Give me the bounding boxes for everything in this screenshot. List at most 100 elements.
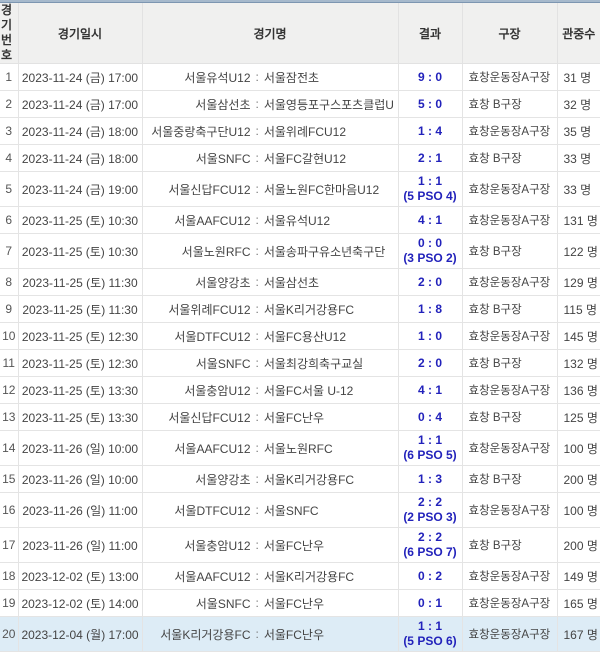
match-name-cell: 서울유석U12 : 서울잠전초 [142,64,398,91]
home-team: 서울충암U12 [147,537,251,554]
score: 4 : 1 [418,213,442,227]
match-datetime: 2023-11-24 (금) 19:00 [18,172,142,207]
pso-result: (3 PSO 2) [399,251,462,266]
score: 1 : 1 [418,174,442,188]
table-row[interactable]: 8 2023-11-25 (토) 11:30 서울양강초 : 서울삼선초 2 :… [0,269,600,296]
pso-result: (5 PSO 6) [399,634,462,649]
match-number: 16 [0,493,18,528]
away-team: 서울K리거강용FC [264,568,394,585]
table-row[interactable]: 14 2023-11-26 (일) 10:00 서울AAFCU12 : 서울노원… [0,431,600,466]
attendance: 32 명 [557,91,600,118]
match-number: 6 [0,207,18,234]
match-result[interactable]: 2 : 0 [398,350,462,377]
home-team: 서울중랑축구단U12 [147,123,251,140]
stadium: 효창운동장A구장 [462,590,557,617]
stadium: 효창운동장A구장 [462,269,557,296]
table-row[interactable]: 7 2023-11-25 (토) 10:30 서울노원RFC : 서울송파구유소… [0,234,600,269]
stadium: 효창운동장A구장 [462,207,557,234]
table-row[interactable]: 20 2023-12-04 (월) 17:00 서울K리거강용FC : 서울FC… [0,617,600,652]
match-result[interactable]: 2 : 2 (2 PSO 3) [398,493,462,528]
stadium: 효창 B구장 [462,466,557,493]
home-team: 서울양강초 [147,274,251,291]
home-team: 서울AAFCU12 [147,212,251,229]
away-team: 서울FC갈현U12 [264,150,394,167]
match-result[interactable]: 1 : 3 [398,466,462,493]
vs-separator: : [256,244,259,258]
match-name-cell: 서울AAFCU12 : 서울K리거강용FC [142,563,398,590]
table-row[interactable]: 5 2023-11-24 (금) 19:00 서울신답FCU12 : 서울노원F… [0,172,600,207]
table-row[interactable]: 3 2023-11-24 (금) 18:00 서울중랑축구단U12 : 서울위례… [0,118,600,145]
match-result[interactable]: 2 : 1 [398,145,462,172]
match-result[interactable]: 0 : 0 (3 PSO 2) [398,234,462,269]
match-result[interactable]: 0 : 4 [398,404,462,431]
table-row[interactable]: 9 2023-11-25 (토) 11:30 서울위례FCU12 : 서울K리거… [0,296,600,323]
stadium: 효창 B구장 [462,234,557,269]
match-result[interactable]: 1 : 1 (5 PSO 6) [398,617,462,652]
table-row[interactable]: 1 2023-11-24 (금) 17:00 서울유석U12 : 서울잠전초 9… [0,64,600,91]
table-row[interactable]: 18 2023-12-02 (토) 13:00 서울AAFCU12 : 서울K리… [0,563,600,590]
match-datetime: 2023-11-25 (토) 10:30 [18,234,142,269]
match-datetime: 2023-11-24 (금) 18:00 [18,145,142,172]
match-result[interactable]: 0 : 1 [398,590,462,617]
score: 9 : 0 [418,70,442,84]
match-datetime: 2023-11-25 (토) 11:30 [18,269,142,296]
table-row[interactable]: 13 2023-11-25 (토) 13:30 서울신답FCU12 : 서울FC… [0,404,600,431]
home-team: 서울K리거강용FC [147,626,251,643]
away-team: 서울K리거강용FC [264,301,394,318]
match-number: 17 [0,528,18,563]
vs-separator: : [256,538,259,552]
table-row[interactable]: 11 2023-11-25 (토) 12:30 서울SNFC : 서울최강희축구… [0,350,600,377]
score: 5 : 0 [418,97,442,111]
match-result[interactable]: 1 : 0 [398,323,462,350]
table-row[interactable]: 10 2023-11-25 (토) 12:30 서울DTFCU12 : 서울FC… [0,323,600,350]
pso-result: (2 PSO 3) [399,510,462,525]
home-team: 서울노원RFC [147,243,251,260]
match-name-cell: 서울충암U12 : 서울FC난우 [142,528,398,563]
match-result[interactable]: 4 : 1 [398,377,462,404]
table-row[interactable]: 15 2023-11-26 (일) 10:00 서울양강초 : 서울K리거강용F… [0,466,600,493]
vs-separator: : [256,627,259,641]
match-name-cell: 서울SNFC : 서울FC난우 [142,590,398,617]
home-team: 서울유석U12 [147,69,251,86]
match-name-cell: 서울중랑축구단U12 : 서울위례FCU12 [142,118,398,145]
home-team: 서울양강초 [147,471,251,488]
attendance: 33 명 [557,172,600,207]
match-name-cell: 서울노원RFC : 서울송파구유소년축구단 [142,234,398,269]
score: 1 : 1 [418,433,442,447]
vs-separator: : [256,329,259,343]
match-result[interactable]: 5 : 0 [398,91,462,118]
stadium: 효창운동장A구장 [462,118,557,145]
table-row[interactable]: 2 2023-11-24 (금) 17:00 서울삼선초 : 서울영등포구스포츠… [0,91,600,118]
stadium: 효창운동장A구장 [462,172,557,207]
match-result[interactable]: 9 : 0 [398,64,462,91]
match-datetime: 2023-11-25 (토) 13:30 [18,377,142,404]
match-result[interactable]: 1 : 4 [398,118,462,145]
table-header: 경기번호 경기일시 경기명 결과 구장 관중수 [0,3,600,64]
away-team: 서울송파구유소년축구단 [264,243,394,260]
table-row[interactable]: 19 2023-12-02 (토) 14:00 서울SNFC : 서울FC난우 … [0,590,600,617]
match-number: 9 [0,296,18,323]
vs-separator: : [256,441,259,455]
table-row[interactable]: 6 2023-11-25 (토) 10:30 서울AAFCU12 : 서울유석U… [0,207,600,234]
match-result[interactable]: 4 : 1 [398,207,462,234]
table-row[interactable]: 16 2023-11-26 (일) 11:00 서울DTFCU12 : 서울SN… [0,493,600,528]
attendance: 122 명 [557,234,600,269]
match-result[interactable]: 2 : 0 [398,269,462,296]
table-row[interactable]: 4 2023-11-24 (금) 18:00 서울SNFC : 서울FC갈현U1… [0,145,600,172]
match-result[interactable]: 0 : 2 [398,563,462,590]
table-row[interactable]: 12 2023-11-25 (토) 13:30 서울충암U12 : 서울FC서울… [0,377,600,404]
match-name-cell: 서울삼선초 : 서울영등포구스포츠클럽U12 [142,91,398,118]
score: 0 : 0 [418,236,442,250]
match-datetime: 2023-11-24 (금) 17:00 [18,91,142,118]
stadium: 효창운동장A구장 [462,563,557,590]
attendance: 115 명 [557,296,600,323]
match-name-cell: 서울K리거강용FC : 서울FC난우 [142,617,398,652]
match-result[interactable]: 2 : 2 (6 PSO 7) [398,528,462,563]
vs-separator: : [256,569,259,583]
table-row[interactable]: 17 2023-11-26 (일) 11:00 서울충암U12 : 서울FC난우… [0,528,600,563]
match-result[interactable]: 1 : 1 (6 PSO 5) [398,431,462,466]
match-name-cell: 서울DTFCU12 : 서울FC용산U12 [142,323,398,350]
match-result[interactable]: 1 : 1 (5 PSO 4) [398,172,462,207]
match-result[interactable]: 1 : 8 [398,296,462,323]
match-datetime: 2023-11-25 (토) 13:30 [18,404,142,431]
